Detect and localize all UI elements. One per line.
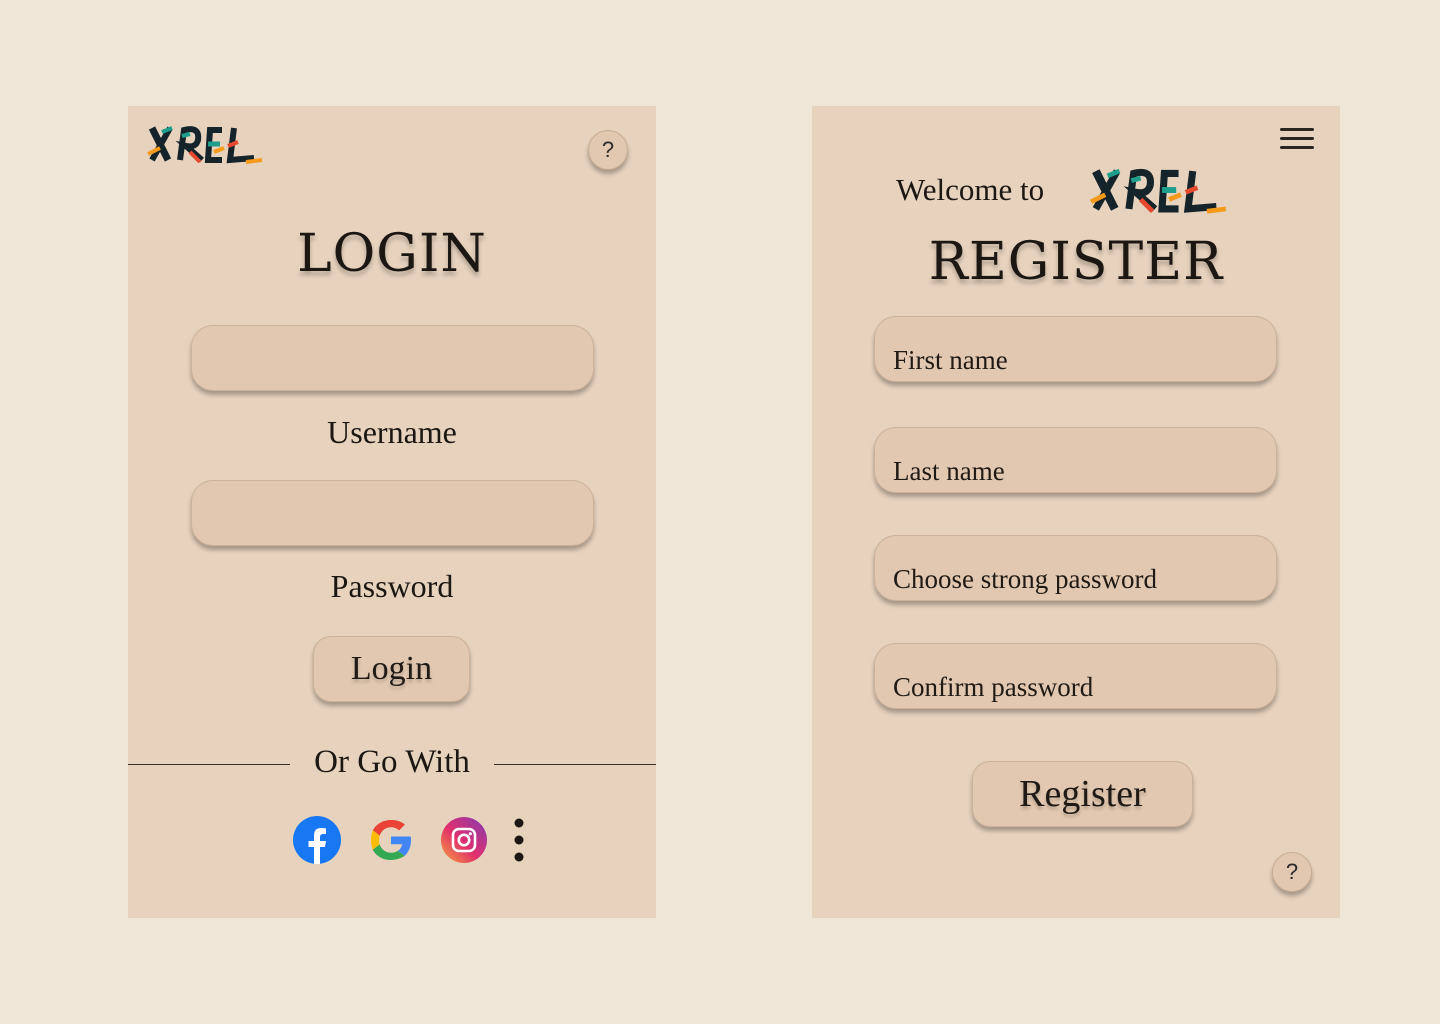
page-title: REGISTER (928, 232, 1224, 292)
more-options-icon[interactable] (513, 816, 525, 864)
first-name-input[interactable] (874, 316, 1277, 382)
google-icon[interactable] (367, 816, 415, 864)
menu-icon[interactable] (1280, 128, 1314, 152)
help-button[interactable]: ? (1272, 852, 1312, 892)
password-input[interactable] (191, 480, 594, 546)
help-icon: ? (601, 137, 615, 162)
facebook-icon[interactable] (293, 816, 341, 864)
login-card: ? LOGIN Username Password Login Or Go Wi… (128, 106, 656, 918)
confirm-password-input[interactable] (874, 643, 1277, 709)
xrel-logo-icon (147, 126, 263, 164)
password-input[interactable] (874, 535, 1277, 601)
social-login-row (293, 816, 525, 864)
last-name-input[interactable] (874, 427, 1277, 493)
register-button[interactable]: Register (972, 761, 1193, 827)
brand-logo (1088, 164, 1236, 216)
login-button[interactable]: Login (313, 636, 470, 702)
instagram-icon[interactable] (441, 817, 487, 863)
register-card: Welcome to REGISTER Register ? (812, 106, 1340, 918)
username-label: Username (327, 414, 457, 450)
page-title: LOGIN (297, 224, 487, 284)
username-input[interactable] (191, 325, 594, 391)
welcome-text: Welcome to (896, 172, 1045, 207)
help-icon: ? (1285, 859, 1299, 884)
brand-logo (146, 122, 270, 166)
xrel-logo-icon (1090, 168, 1227, 214)
help-button[interactable]: ? (588, 130, 628, 170)
password-label: Password (330, 568, 454, 604)
divider-text: Or Go With (314, 744, 470, 780)
